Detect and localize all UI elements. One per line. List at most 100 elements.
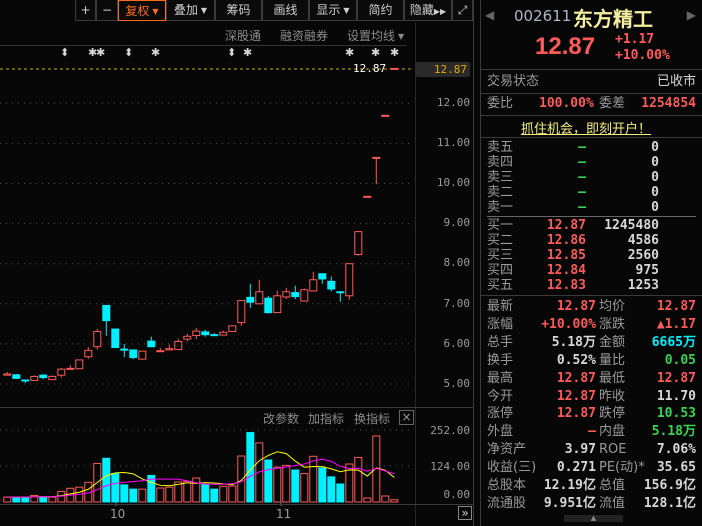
buy-order-row: 买三 12.85 2560 (487, 248, 696, 263)
stat-label: 总手 (487, 334, 514, 350)
candle-body (273, 295, 282, 314)
volume-bar (3, 496, 12, 503)
open-account-link[interactable]: 抓住机会，即刻开户！ (521, 118, 651, 137)
weibi-value: 100.00% (539, 96, 594, 111)
volume-bar (237, 455, 246, 503)
level-volume: 0 (651, 155, 659, 170)
panel-divider[interactable] (473, 0, 474, 526)
candle-body (30, 375, 39, 381)
level-price: 12.87 (546, 218, 586, 233)
candle-body (66, 367, 75, 370)
volume-bar (318, 467, 327, 503)
stat-value: 7.06% (656, 442, 696, 458)
level-volume: 0 (651, 170, 659, 185)
volume-bar (111, 472, 120, 503)
collapse-handle[interactable]: ▲ (564, 515, 623, 522)
level-price: 12.85 (546, 248, 586, 263)
price-tick: 11.00 (436, 136, 470, 150)
level-label: 买五 (487, 278, 514, 293)
stat-row: 净资产 3.97 ROE 7.06% (487, 442, 696, 457)
stat-row: 涨停 12.87 跌停 10.53 (487, 406, 696, 421)
level-label: 买一 (487, 218, 514, 233)
buy-order-row: 买五 12.83 1253 (487, 278, 696, 293)
candle-body (390, 67, 399, 70)
buy-order-row: 买一 12.87 1245480 (487, 218, 696, 233)
price-change: +1.17 (615, 32, 655, 47)
stat-row: 换手 0.52% 量比 0.05 (487, 353, 696, 368)
candle-body (354, 231, 363, 255)
level-price: — (578, 140, 586, 155)
stat-value: 6665万 (651, 334, 696, 350)
candle-body (174, 340, 183, 351)
weicha-value: 1254854 (641, 96, 696, 111)
stat-row: 今开 12.87 昨收 11.70 (487, 389, 696, 404)
stat-row: 流通股 9.951亿 流值 128.1亿 (487, 496, 696, 511)
stat-value: 10.53 (656, 406, 696, 422)
stat-label: 涨停 (487, 406, 514, 422)
volume-bar (381, 495, 390, 503)
stat-value: 12.87 (556, 388, 596, 404)
scroll-right-button[interactable]: » (458, 506, 472, 520)
volume-bar (291, 469, 300, 503)
stat-value: 12.87 (656, 370, 696, 386)
stat-row: 收益(三) 0.271 PE(动)* 35.65 (487, 460, 696, 475)
last-price-label: 12.87 (353, 62, 387, 75)
stat-row: 外盘 — 内盘 5.18万 (487, 424, 696, 439)
volume-ma-line (7, 451, 395, 498)
volume-bar (192, 477, 201, 503)
volume-bar (201, 484, 210, 503)
prev-stock-arrow-icon[interactable]: ◀ (485, 8, 494, 22)
level-volume: 975 (635, 263, 659, 278)
candle-body (210, 334, 219, 337)
stat-label: 涨跌 (599, 316, 626, 332)
stat-label: 换手 (487, 352, 514, 368)
stat-label: 总股本 (487, 478, 527, 493)
stat-label: 今开 (487, 388, 514, 404)
candle-body (120, 348, 129, 351)
edit-params-button[interactable]: 改参数 (263, 410, 299, 427)
candle-body (165, 348, 174, 351)
vol-tick: 0.00 (443, 488, 471, 501)
volume-bar (138, 488, 147, 503)
price-tick: 9.00 (443, 216, 471, 230)
vol-tick: 252.00 (430, 424, 470, 437)
stat-label: 量比 (599, 352, 626, 368)
buy-order-row: 买四 12.84 975 (487, 263, 696, 278)
close-indicator-button[interactable]: × (399, 410, 414, 425)
date-label: 10 (110, 507, 126, 521)
switch-indicator-button[interactable]: 换指标 (354, 410, 390, 427)
level-price: — (578, 185, 586, 200)
stat-value: 11.70 (656, 388, 696, 404)
volume-bar (21, 496, 30, 503)
add-indicator-button[interactable]: 加指标 (308, 410, 344, 427)
level-label: 买二 (487, 233, 514, 248)
stat-row: 最高 12.87 最低 12.87 (487, 371, 696, 386)
price-change-pct: +10.00% (615, 48, 670, 63)
volume-bar (300, 472, 309, 503)
price-tick: 8.00 (443, 256, 471, 270)
candle-body (138, 350, 147, 360)
volume-bar (165, 486, 174, 503)
stat-label: 内盘 (599, 424, 626, 440)
candle-body (147, 340, 156, 348)
volume-bar (48, 496, 57, 503)
volume-bar (102, 457, 111, 503)
candle-body (345, 263, 354, 297)
next-stock-arrow-icon[interactable]: ▶ (687, 8, 696, 22)
status-label: 交易状态 (487, 74, 540, 89)
candle-body (318, 273, 327, 280)
double-chevron-right-icon: » (461, 506, 469, 520)
stat-value: 12.87 (556, 406, 596, 422)
volume-bar (363, 497, 372, 503)
sell-order-row: 卖二 — 0 (487, 185, 696, 200)
weibi-label: 委比 (487, 96, 514, 111)
level-label: 卖三 (487, 170, 514, 185)
level-price: — (578, 200, 586, 215)
level-label: 卖一 (487, 200, 514, 215)
kline-chart[interactable] (0, 0, 474, 526)
stat-label: 总值 (599, 478, 626, 493)
level-volume: 2560 (627, 248, 659, 263)
volume-bar (354, 456, 363, 503)
candle-body (309, 279, 318, 292)
stat-row: 总手 5.18万 金额 6665万 (487, 335, 696, 350)
